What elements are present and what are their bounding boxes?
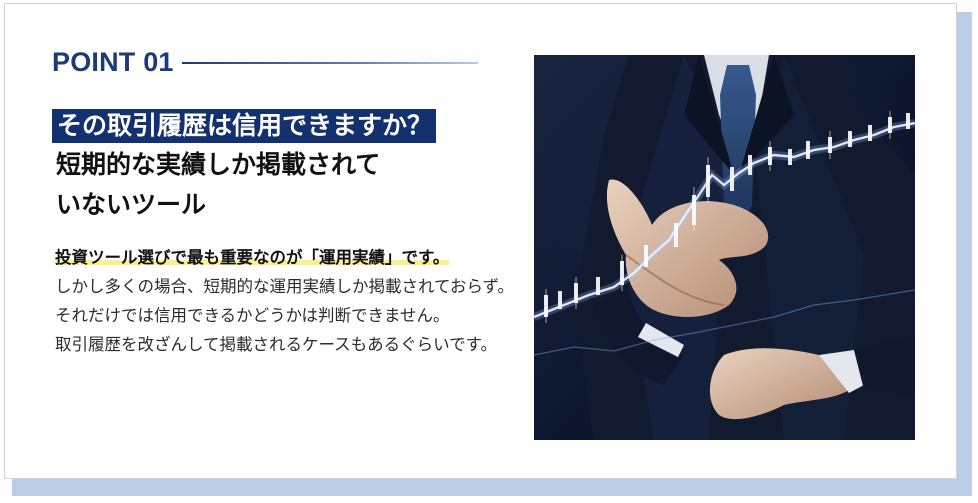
body-text: 投資ツール選びで最も重要なのが「運用実績」です。 しかし多くの場合、短期的な運用… [55, 243, 517, 359]
headline-highlight: その取引履歴は信用できますか？ [52, 109, 437, 143]
businessman-stock-chart-photo [534, 55, 915, 440]
point-label: POINT 01 [52, 47, 174, 77]
point-heading: POINT 01 [52, 47, 478, 78]
headline-line-1: 短期的な実績しか掲載されて [56, 150, 381, 179]
lead-sentence: 投資ツール選びで最も重要なのが「運用実績」です。 [55, 248, 450, 267]
headline-line-2: いないツール [56, 190, 207, 219]
point-divider [181, 61, 478, 64]
headline: その取引履歴は信用できますか？ 短期的な実績しか掲載されて いないツール [52, 109, 522, 225]
headline-text: 短期的な実績しか掲載されて いないツール [52, 145, 456, 225]
photo-illustration [534, 55, 915, 440]
page: POINT 01 その取引履歴は信用できますか？ 短期的な実績しか掲載されて い… [0, 0, 978, 503]
point-card: POINT 01 その取引履歴は信用できますか？ 短期的な実績しか掲載されて い… [4, 3, 957, 479]
body-paragraph-1: しかし多くの場合、短期的な運用実績しか掲載されておらず。それだけでは信用できるか… [55, 277, 515, 325]
body-paragraph-2: 取引履歴を改ざんして掲載されるケースもあるぐらいです。 [55, 335, 498, 354]
